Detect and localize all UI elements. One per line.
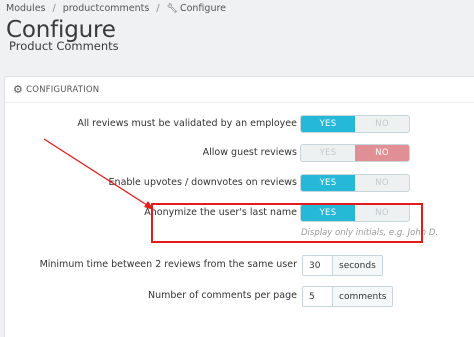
annotation-arrow <box>43 138 154 210</box>
